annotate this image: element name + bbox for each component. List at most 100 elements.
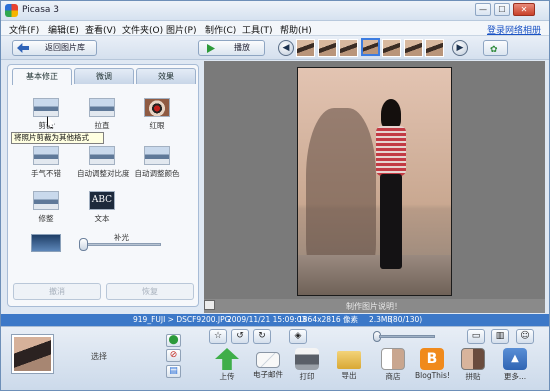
crop-tooltip: 将照片剪裁为其他格式 — [11, 132, 104, 144]
play-icon — [207, 44, 215, 53]
auto-contrast-tool[interactable]: 自动调整对比度 — [77, 146, 130, 179]
menu-tools[interactable]: 工具(T) — [242, 23, 273, 36]
minimize-button[interactable]: — — [475, 3, 491, 16]
filmstrip-thumbnail[interactable] — [403, 39, 423, 57]
feeling-lucky-tool[interactable]: 手气不错 — [21, 146, 71, 179]
retouch-tool[interactable]: 修整 — [21, 191, 71, 224]
straighten-tool[interactable]: 拉直 — [77, 98, 127, 131]
caption-placeholder[interactable]: 制作图片说明！ — [346, 301, 402, 312]
play-slideshow-button[interactable]: 播放 — [198, 40, 265, 56]
filmstrip-thumbnail[interactable] — [360, 38, 380, 56]
blogger-icon: B — [420, 348, 444, 370]
print-button[interactable]: 打印 — [290, 348, 324, 382]
fill-light-slider[interactable] — [79, 243, 161, 246]
photo-ground — [298, 255, 451, 295]
photo-subject-body — [376, 126, 406, 176]
maximize-button[interactable]: ☐ — [494, 3, 510, 16]
folder-icon — [337, 351, 361, 369]
blogthis-button[interactable]: B BlogThis! — [415, 348, 450, 380]
tag-button[interactable]: ◈ — [289, 329, 307, 344]
tab-tuning[interactable]: 微调 — [74, 68, 134, 84]
clear-icon[interactable]: ⊘ — [166, 349, 181, 362]
status-position: (80/130) — [390, 315, 423, 324]
picasa-logo-icon — [5, 4, 18, 17]
menu-folder[interactable]: 文件夹(O) — [122, 23, 163, 36]
upload-icon — [215, 348, 239, 370]
tray-select-label: 选择 — [91, 352, 107, 361]
retouch-icon — [33, 191, 59, 210]
more-button[interactable]: ▲ 更多... — [498, 348, 532, 382]
collage-button[interactable]: 拼贴 — [456, 348, 490, 382]
photo-viewer — [204, 61, 545, 309]
share-icon: ✿ — [490, 45, 498, 55]
menu-bar: 文件(F) 编辑(E) 查看(V) 文件夹(O) 图片(P) 制作(C) 工具(… — [1, 21, 549, 36]
hold-icon[interactable]: ⬤ — [166, 334, 181, 347]
filmstrip-thumbnail[interactable] — [339, 39, 358, 57]
fill-light-icon — [31, 234, 61, 252]
rotate-left-button[interactable]: ↺ — [231, 329, 249, 344]
toolbar: 返回图片库 播放 ◀ ▶ ✿ — [1, 36, 549, 60]
fill-light-label: 补光 — [114, 233, 129, 242]
view-compare-button[interactable]: ▥ — [491, 329, 509, 344]
picasa-window: Picasa 3 — ☐ ✕ 文件(F) 编辑(E) 查看(V) 文件夹(O) … — [0, 0, 550, 391]
people-button[interactable]: ☺ — [516, 329, 534, 344]
main-photo[interactable] — [297, 67, 452, 296]
undo-button[interactable]: 撤消 — [13, 283, 101, 300]
upload-button[interactable]: 上传 — [210, 348, 244, 382]
menu-picture[interactable]: 图片(P) — [166, 23, 196, 36]
filmstrip-thumbnail[interactable] — [425, 39, 444, 57]
back-arrow-icon — [17, 43, 29, 53]
menu-file[interactable]: 文件(F) — [9, 23, 39, 36]
status-bar: 919_FUJI > DSCF9200.JPG 2009/11/21 15:09… — [1, 314, 549, 326]
previous-photo-button[interactable]: ◀ — [278, 40, 294, 56]
status-dimensions: 1864x2816 像素 — [298, 315, 358, 324]
caption-icon — [204, 300, 215, 310]
red-eye-tool[interactable]: 红眼 — [132, 98, 182, 131]
share-button[interactable]: ✿ — [483, 40, 508, 56]
photo-subject-hair — [381, 99, 401, 129]
status-path: 919_FUJI > DSCF9200.JPG — [133, 315, 231, 324]
email-icon — [256, 352, 280, 368]
more-icon: ▲ — [503, 348, 527, 370]
shop-icon — [381, 348, 405, 370]
shop-button[interactable]: 商店 — [376, 348, 410, 382]
text-tool[interactable]: ABC 文本 — [77, 191, 127, 224]
rotate-right-button[interactable]: ↻ — [253, 329, 271, 344]
filmstrip-thumbnail[interactable] — [382, 39, 401, 57]
filmstrip-thumbnail[interactable] — [317, 39, 337, 57]
photo-shadow — [306, 108, 376, 278]
view-single-button[interactable]: ▭ — [467, 329, 485, 344]
straighten-icon — [89, 98, 115, 117]
tab-basic-fixes[interactable]: 基本修正 — [12, 68, 72, 85]
next-photo-button[interactable]: ▶ — [452, 40, 468, 56]
export-button[interactable]: 导出 — [332, 348, 366, 381]
status-size: 2.3MB — [369, 315, 393, 324]
auto-color-tool[interactable]: 自动调整颜色 — [132, 146, 182, 179]
zoom-slider[interactable] — [379, 335, 435, 338]
filmstrip-thumbnail[interactable] — [296, 39, 315, 57]
feeling-lucky-icon — [33, 146, 59, 165]
tray-thumbnail[interactable] — [12, 335, 53, 373]
menu-edit[interactable]: 编辑(E) — [48, 23, 79, 36]
status-datetime: 2009/11/21 15:09:03 — [227, 315, 307, 324]
menu-create[interactable]: 制作(C) — [205, 23, 236, 36]
red-eye-icon — [144, 98, 170, 117]
edit-tabs: 基本修正 微调 效果 — [10, 68, 196, 85]
collage-icon — [461, 348, 485, 370]
fill-light-slider-knob[interactable] — [79, 238, 88, 251]
tab-effects[interactable]: 效果 — [136, 68, 196, 84]
text-icon: ABC — [89, 191, 115, 210]
back-to-library-button[interactable]: 返回图片库 — [12, 40, 97, 56]
star-button[interactable]: ☆ — [209, 329, 227, 344]
login-web-albums-link[interactable]: 登录网络相册 — [487, 23, 541, 36]
filmstrip — [296, 38, 446, 58]
email-button[interactable]: 电子邮件 — [251, 348, 285, 380]
print-icon — [295, 348, 319, 370]
add-to-album-icon[interactable]: ▤ — [166, 365, 181, 378]
photo-subject-legs — [380, 174, 402, 269]
close-button[interactable]: ✕ — [513, 3, 535, 16]
crop-tool[interactable]: 剪裁 — [21, 98, 71, 131]
menu-view[interactable]: 查看(V) — [85, 23, 116, 36]
menu-help[interactable]: 帮助(H) — [280, 23, 312, 36]
redo-button[interactable]: 恢复 — [106, 283, 194, 300]
